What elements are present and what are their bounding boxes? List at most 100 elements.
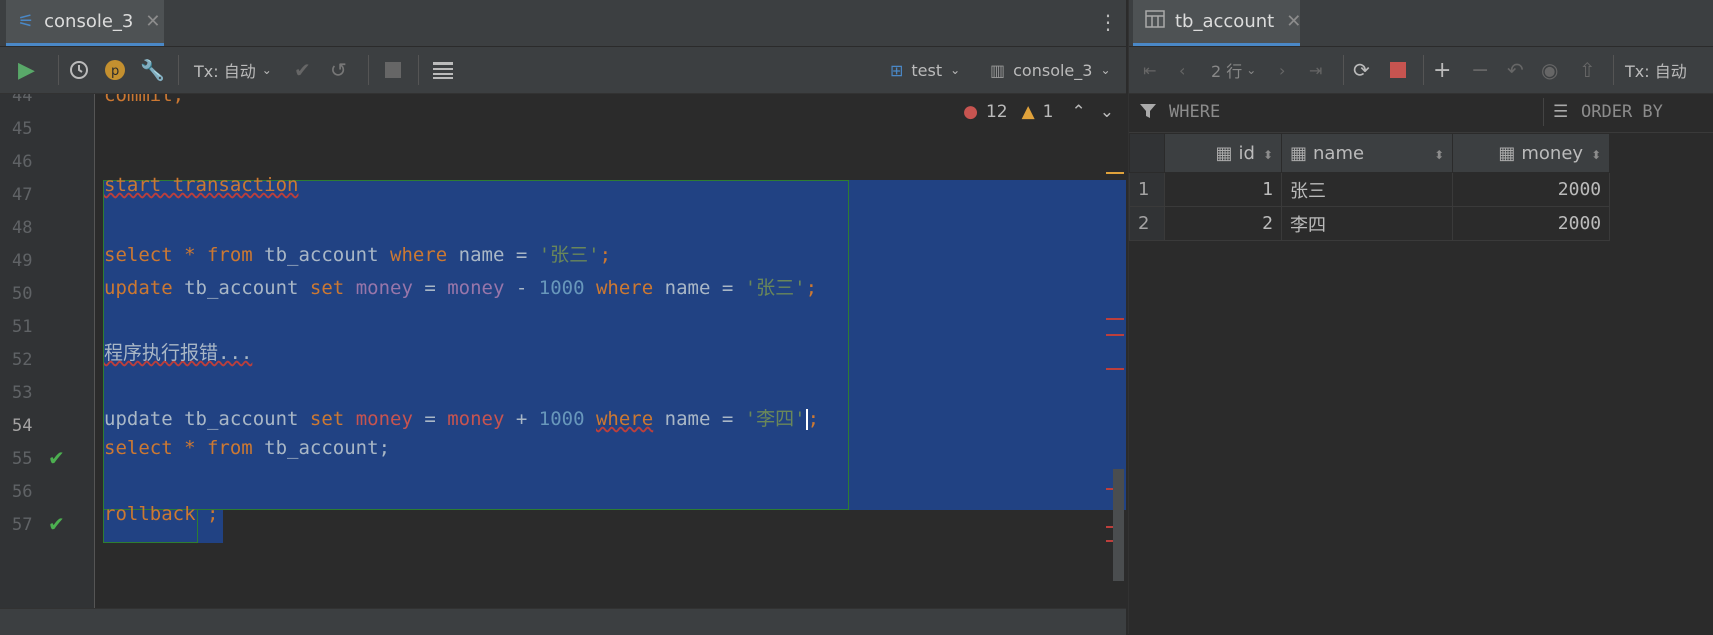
- keyword: update: [104, 277, 173, 299]
- operator: *: [172, 437, 207, 459]
- commit-icon[interactable]: ✔: [294, 57, 311, 83]
- next-page-icon[interactable]: ›: [1279, 57, 1285, 83]
- where-input[interactable]: WHERE: [1169, 102, 1220, 122]
- tx-mode-dropdown[interactable]: Tx: 自动 ⌄: [194, 57, 272, 83]
- refresh-icon[interactable]: ⟳: [1353, 57, 1370, 83]
- identifier: tb_account: [172, 408, 310, 430]
- column-label: name: [1313, 142, 1365, 164]
- console-toolbar: ▶ p 🔧 Tx: 自动 ⌄ ✔ ↺ ⊞ test ⌄ ▥ console_3 …: [0, 47, 1126, 94]
- svg-text:p: p: [111, 64, 119, 79]
- column-header-name[interactable]: ▦ name ⬍: [1280, 133, 1454, 173]
- cell-money[interactable]: 2000: [1452, 172, 1611, 207]
- keyword: select: [104, 437, 173, 459]
- column-header-id[interactable]: ▦ id ⬍: [1164, 133, 1282, 173]
- history-icon[interactable]: [68, 57, 90, 83]
- line-number: 44: [12, 94, 33, 106]
- previous-highlight-icon[interactable]: ⌃: [1072, 102, 1086, 122]
- close-tab-icon[interactable]: ✕: [145, 11, 160, 32]
- settings-wrench-icon[interactable]: 🔧: [140, 57, 165, 83]
- cell-name[interactable]: 李四: [1280, 206, 1454, 241]
- cell-id[interactable]: 1: [1164, 172, 1282, 207]
- number-literal: 1000: [538, 277, 585, 299]
- tx-mode-label: Tx: 自动: [194, 62, 256, 81]
- cancel-query-icon[interactable]: [1389, 57, 1407, 83]
- schema-selector[interactable]: ⊞ test ⌄: [890, 57, 960, 83]
- identifier: name =: [653, 408, 745, 430]
- line-number: 47: [12, 185, 33, 205]
- cell-name[interactable]: 张三: [1280, 172, 1454, 207]
- rows-dropdown[interactable]: 2 行 ⌄: [1211, 57, 1256, 83]
- delete-row-icon[interactable]: −: [1471, 57, 1489, 83]
- header-row: ▦ id ⬍ ▦ name ⬍ ▦ money ⬍: [1129, 133, 1611, 173]
- identifier: name =: [653, 277, 745, 299]
- filter-divider: [1543, 98, 1544, 126]
- inspection-widget[interactable]: ● 12 ▲ 1 ⌃ ⌄: [963, 102, 1114, 122]
- cell-money[interactable]: 2000: [1452, 206, 1611, 241]
- keyword: start transaction: [104, 174, 299, 196]
- error-text: 程序执行报错...: [104, 342, 253, 364]
- sort-toggle-icon[interactable]: ⬍: [1591, 148, 1601, 162]
- session-label: console_3: [1013, 60, 1093, 80]
- results-table-icon[interactable]: [432, 57, 454, 83]
- preview-changes-icon[interactable]: ◉: [1541, 57, 1558, 83]
- sort-icon: ☰: [1553, 102, 1569, 122]
- line-number: 55: [12, 449, 33, 469]
- code-line-50: update tb_account set money = money - 10…: [104, 273, 817, 300]
- error-marker[interactable]: [1106, 318, 1124, 320]
- next-highlight-icon[interactable]: ⌄: [1100, 102, 1114, 122]
- filter-bar: WHERE ☰ ORDER BY: [1129, 94, 1713, 133]
- add-row-icon[interactable]: +: [1433, 57, 1451, 83]
- schema-icon: ⊞: [890, 60, 904, 80]
- profile-icon[interactable]: p: [104, 57, 126, 83]
- previous-page-icon[interactable]: ‹: [1179, 57, 1185, 83]
- table-tab-bar: tb_account ✕: [1129, 0, 1713, 46]
- tab-console-3[interactable]: ⚟ console_3 ✕: [6, 0, 164, 46]
- table-toolbar: ⇤ ‹ 2 行 ⌄ › ⇥ ⟳ + − ↶ ◉ ⇧ Tx: 自动: [1129, 47, 1713, 94]
- code-line-52: 程序执行报错...: [104, 338, 252, 365]
- more-options-icon[interactable]: ⋮: [1098, 10, 1118, 34]
- cell-id[interactable]: 2: [1164, 206, 1282, 241]
- keyword: set: [309, 277, 345, 299]
- close-tab-icon[interactable]: ✕: [1286, 11, 1301, 32]
- error-marker[interactable]: [1106, 368, 1124, 370]
- identifier: tb_account: [252, 244, 391, 266]
- sort-toggle-icon[interactable]: ⬍: [1434, 148, 1444, 162]
- last-page-icon[interactable]: ⇥: [1309, 57, 1322, 83]
- first-page-icon[interactable]: ⇤: [1143, 57, 1156, 83]
- operator: -: [504, 277, 539, 299]
- tx-mode-label[interactable]: Tx: 自动: [1625, 57, 1687, 83]
- executed-check-icon: ✔: [48, 512, 65, 536]
- table-row[interactable]: 2 2 李四 2000: [1129, 206, 1611, 241]
- line-number: 54: [12, 416, 33, 436]
- console-pane: ⚟ console_3 ✕ ⋮ ▶ p 🔧 Tx: 自动 ⌄ ✔ ↺ ⊞ tes…: [0, 0, 1126, 635]
- revert-icon[interactable]: ↶: [1507, 57, 1524, 83]
- scrollbar-thumb[interactable]: [1113, 469, 1124, 581]
- column-label: money: [1521, 142, 1584, 164]
- punctuation: ;: [195, 503, 219, 525]
- column-header-money[interactable]: ▦ money ⬍: [1452, 133, 1611, 173]
- submit-icon[interactable]: ⇧: [1579, 57, 1596, 83]
- tab-tb-account[interactable]: tb_account ✕: [1133, 0, 1301, 46]
- keyword: from: [206, 244, 253, 266]
- execute-icon[interactable]: ▶: [18, 57, 35, 83]
- line-number: 52: [12, 350, 33, 370]
- sql-editor[interactable]: 44 45 46 47 48 49 50 51 52 53 54 55 56 5…: [0, 94, 1126, 608]
- tab-label: console_3: [44, 11, 134, 32]
- rollback-icon[interactable]: ↺: [330, 57, 347, 83]
- number-literal: 1000: [538, 408, 585, 430]
- line-number: 49: [12, 251, 33, 271]
- result-grid[interactable]: ▦ id ⬍ ▦ name ⬍ ▦ money ⬍ 1 1 张三 2000 2 2 李四 2…: [1129, 133, 1611, 241]
- session-selector[interactable]: ▥ console_3 ⌄: [990, 57, 1111, 83]
- error-marker[interactable]: [1106, 334, 1124, 336]
- sort-toggle-icon[interactable]: ⬍: [1263, 148, 1273, 162]
- line-number: 57: [12, 515, 33, 535]
- keyword: select: [104, 244, 173, 266]
- error-icon: ●: [963, 102, 978, 122]
- field: money: [447, 408, 505, 430]
- table-row[interactable]: 1 1 张三 2000: [1129, 172, 1611, 207]
- stop-icon[interactable]: [384, 57, 402, 83]
- order-by-input[interactable]: ORDER BY: [1581, 102, 1663, 122]
- warning-marker[interactable]: [1106, 172, 1124, 174]
